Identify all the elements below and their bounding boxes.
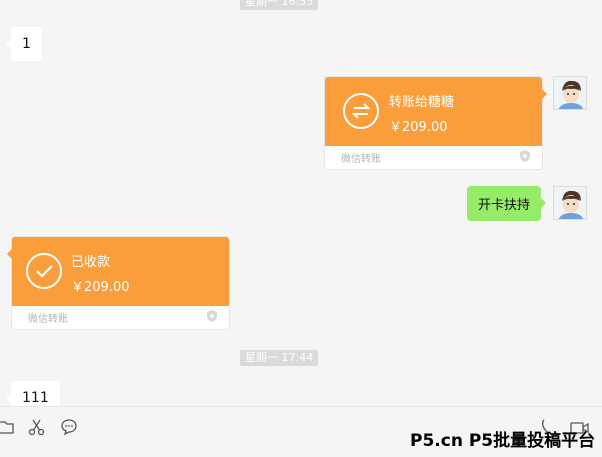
emoji-icon[interactable]	[60, 418, 78, 440]
transfer-amount: ￥209.00	[71, 280, 130, 295]
avatar[interactable]	[553, 186, 587, 220]
transfer-card-received[interactable]: 已收款 ￥209.00 微信转账	[7, 236, 230, 330]
message-text: 开卡扶持	[478, 198, 531, 213]
check-circle-icon	[26, 253, 62, 289]
avatar[interactable]	[553, 76, 587, 110]
message-text: 111	[22, 390, 49, 406]
scissors-icon[interactable]	[28, 418, 46, 440]
transfer-title: 已收款	[71, 255, 111, 270]
transfer-amount: ￥209.00	[389, 120, 448, 135]
chat-bubble-outgoing[interactable]: 开卡扶持	[467, 186, 547, 221]
watermark-text: P5.cn P5批量投稿平台	[410, 431, 596, 451]
shield-icon	[205, 309, 219, 326]
chat-bubble-incoming[interactable]: 1	[6, 27, 42, 61]
transfer-arrows-icon	[343, 93, 379, 129]
transfer-footer-label: 微信转账	[28, 313, 68, 325]
message-text: 1	[22, 36, 31, 52]
transfer-title: 转账给糖糖	[389, 95, 455, 110]
transfer-card-sent[interactable]: 转账给糖糖 ￥209.00 微信转账	[324, 76, 547, 170]
shield-icon	[518, 149, 532, 166]
timestamp: 星期一 17:44	[240, 350, 319, 366]
timestamp: 星期一 16:55	[240, 0, 319, 10]
transfer-footer-label: 微信转账	[341, 153, 381, 165]
folder-icon[interactable]	[0, 418, 14, 440]
